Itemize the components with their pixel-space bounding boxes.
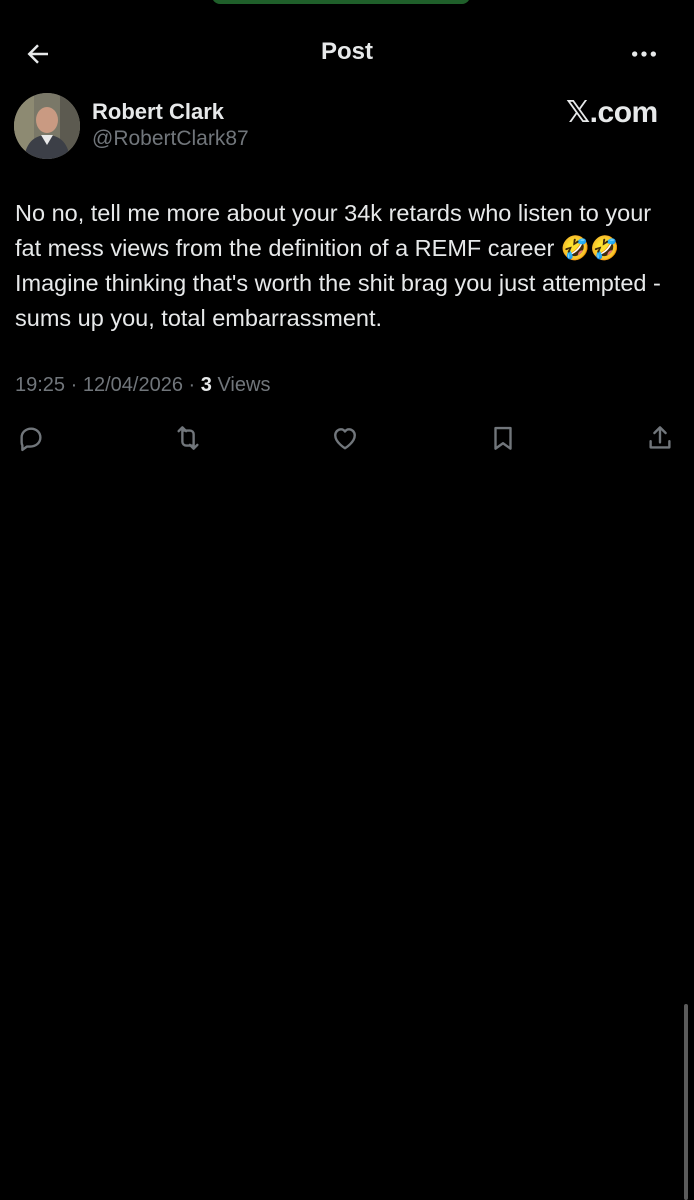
- more-options-button[interactable]: [622, 34, 666, 74]
- views-label[interactable]: Views: [217, 374, 270, 396]
- like-icon: [334, 428, 356, 450]
- bookmark-button[interactable]: [483, 418, 523, 458]
- post-actions: [0, 418, 694, 460]
- meta-separator: ·: [70, 374, 78, 396]
- post-text: No no, tell me more about your 34k retar…: [15, 200, 668, 331]
- post-metadata: 19:25 · 12/04/2026 · 3 Views: [15, 374, 270, 397]
- post-date: 12/04/2026: [82, 374, 183, 396]
- post-time: 19:25: [15, 374, 66, 396]
- reply-icon: [20, 427, 42, 452]
- page-title: Post: [320, 38, 373, 65]
- views-count[interactable]: 3: [201, 374, 212, 396]
- repost-button[interactable]: [168, 418, 208, 458]
- share-icon: [649, 426, 671, 449]
- avatar-image: [14, 93, 80, 159]
- back-button[interactable]: [18, 34, 58, 74]
- repost-icon: [177, 426, 199, 450]
- brand-watermark: 𝕏.com: [566, 96, 658, 129]
- author-handle[interactable]: @RobertClark87: [92, 127, 249, 151]
- share-button[interactable]: [640, 418, 680, 458]
- like-button[interactable]: [325, 418, 365, 458]
- more-horizontal-icon: [632, 51, 656, 57]
- scrollbar[interactable]: [684, 1004, 688, 1200]
- avatar[interactable]: [14, 93, 80, 159]
- post-header: Post: [0, 0, 694, 100]
- author-name[interactable]: Robert Clark: [92, 99, 224, 125]
- reply-button[interactable]: [11, 418, 51, 458]
- arrow-left-icon: [27, 44, 48, 64]
- meta-separator: ·: [188, 374, 196, 396]
- bookmark-icon: [494, 426, 512, 450]
